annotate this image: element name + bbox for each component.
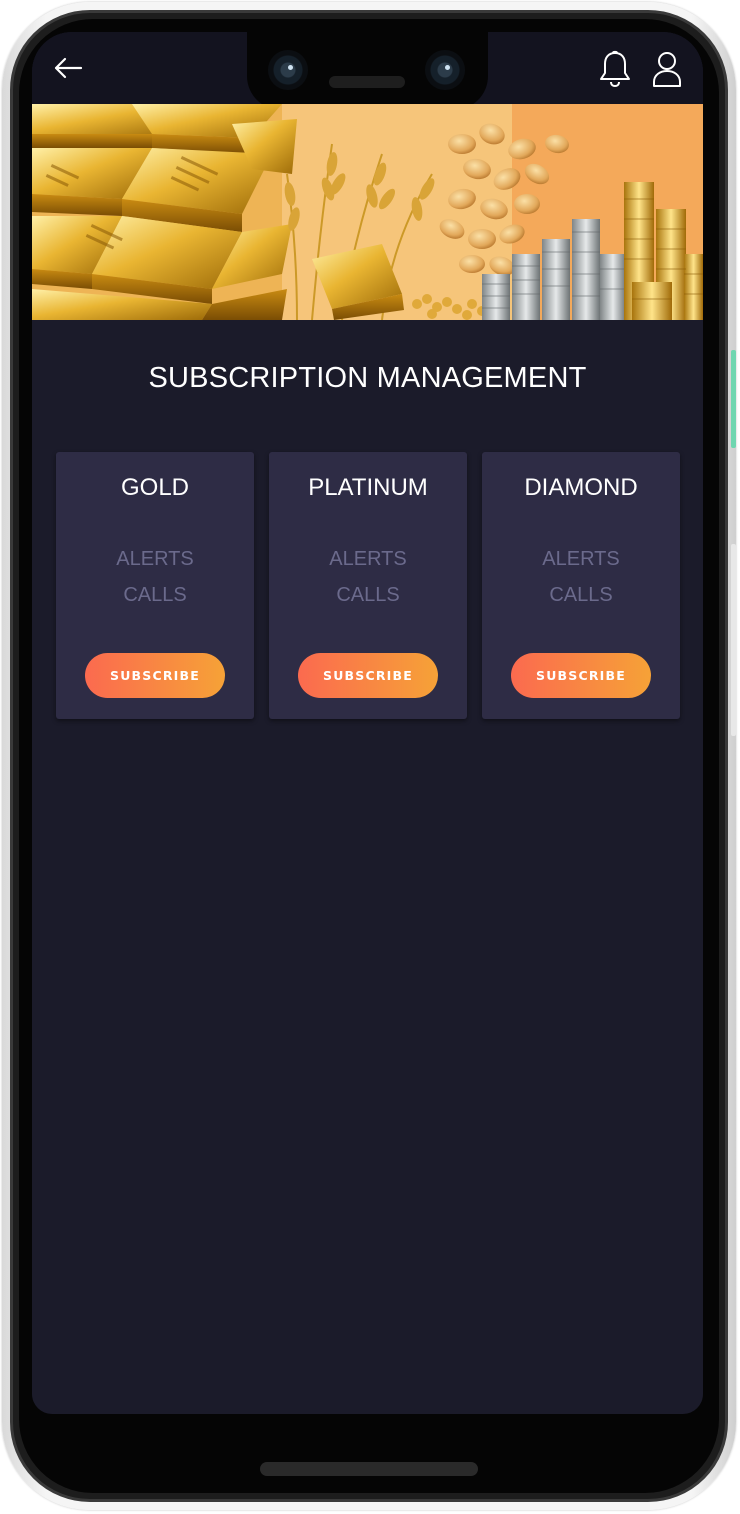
subscribe-button-gold[interactable]: SUBSCRIBE — [85, 653, 225, 698]
plan-feature: CALLS — [549, 584, 613, 606]
bell-icon — [600, 50, 630, 88]
home-indicator[interactable] — [260, 1462, 478, 1476]
front-camera-right — [425, 50, 465, 90]
app-screen: SUBSCRIPTION MANAGEMENT GOLD ALERTS CALL… — [32, 32, 703, 1414]
page-title: SUBSCRIPTION MANAGEMENT — [148, 362, 587, 394]
plan-feature: CALLS — [336, 584, 400, 606]
volume-button — [731, 544, 736, 736]
plan-name: GOLD — [120, 474, 189, 501]
plan-card-diamond: DIAMOND ALERTS CALLS SUBSCRIBE — [482, 452, 680, 719]
plan-feature: ALERTS — [116, 548, 194, 570]
subscribe-button-platinum[interactable]: SUBSCRIBE — [298, 653, 438, 698]
commodities-banner — [32, 104, 703, 320]
front-camera-left — [268, 50, 308, 90]
subscribe-button-diamond[interactable]: SUBSCRIBE — [511, 653, 651, 698]
camera-notch — [247, 32, 488, 110]
plan-feature: CALLS — [123, 584, 187, 606]
plan-feature: ALERTS — [542, 548, 620, 570]
plan-card-platinum: PLATINUM ALERTS CALLS SUBSCRIBE — [269, 452, 467, 719]
plan-feature: ALERTS — [329, 548, 407, 570]
banner-image — [32, 104, 703, 320]
user-icon — [653, 52, 681, 87]
plan-card-gold: GOLD ALERTS CALLS SUBSCRIBE — [56, 452, 254, 719]
earpiece-speaker — [329, 76, 405, 88]
arrow-left-icon — [54, 57, 83, 79]
back-button[interactable] — [50, 50, 86, 86]
plan-name: DIAMOND — [524, 474, 638, 501]
profile-button[interactable] — [649, 48, 685, 90]
notification-button[interactable] — [595, 48, 635, 90]
plan-name: PLATINUM — [308, 474, 428, 501]
power-button — [731, 350, 736, 448]
